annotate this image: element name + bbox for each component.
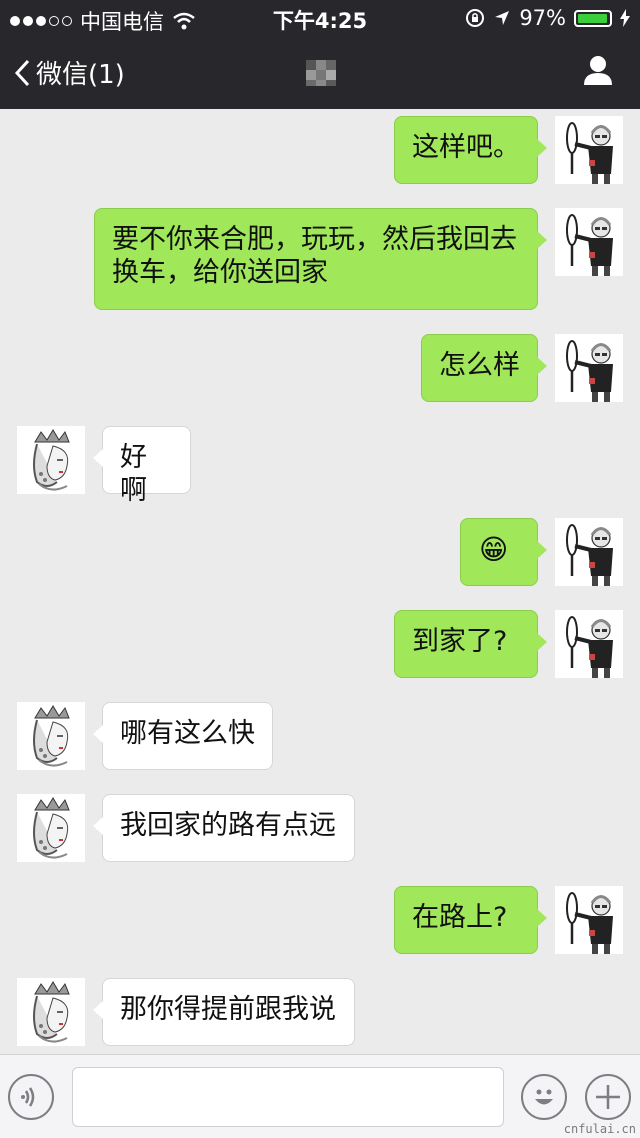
pixelated-name-icon: [300, 56, 340, 88]
battery-icon: [574, 9, 612, 27]
outgoing-message[interactable]: 这样吧。: [394, 116, 547, 184]
charging-bolt-icon: [620, 9, 630, 27]
battery-fill: [578, 13, 608, 23]
voice-icon: [21, 1087, 35, 1107]
contact-avatar[interactable]: [17, 426, 85, 494]
contact-avatar[interactable]: [17, 702, 85, 770]
rotation-lock-icon: [466, 9, 485, 27]
chevron-left-icon: [14, 59, 30, 86]
smiley-icon: [535, 1089, 553, 1105]
watermark-text: cnfulai.cn: [563, 1122, 636, 1136]
message-input[interactable]: [72, 1067, 504, 1127]
outgoing-message[interactable]: 怎么样: [421, 334, 547, 402]
incoming-message[interactable]: 好啊: [93, 426, 191, 506]
incoming-message[interactable]: 哪有这么快: [93, 702, 273, 770]
outgoing-message[interactable]: 😁: [460, 518, 547, 586]
back-button[interactable]: 微信(1): [14, 54, 125, 91]
outgoing-message[interactable]: 要不你来合肥，玩玩，然后我回去换车，给你送回家: [94, 208, 547, 310]
plus-button[interactable]: [585, 1074, 631, 1120]
nav-bar: 微信(1): [0, 36, 640, 109]
voice-button[interactable]: [8, 1074, 54, 1120]
my-avatar[interactable]: [555, 886, 623, 954]
outgoing-message[interactable]: 到家了?: [394, 610, 547, 678]
status-right: 97%: [465, 6, 630, 30]
incoming-message[interactable]: 那你得提前跟我说: [93, 978, 355, 1046]
battery-percent: 97%: [519, 6, 566, 30]
back-label: 微信(1): [36, 60, 125, 90]
my-avatar[interactable]: [555, 334, 623, 402]
person-icon[interactable]: [582, 54, 614, 90]
my-avatar[interactable]: [555, 116, 623, 184]
my-avatar[interactable]: [555, 208, 623, 276]
chat-area[interactable]: 这样吧。要不你来合肥，玩玩，然后我回去换车，给你送回家怎么样好啊 😁 到家了? 哪有这…: [0, 109, 640, 1054]
location-arrow-icon: [495, 11, 510, 25]
my-avatar[interactable]: [555, 518, 623, 586]
incoming-message[interactable]: 我回家的路有点远: [93, 794, 355, 862]
emoji-button[interactable]: [521, 1074, 567, 1120]
input-bar: cnfulai.cn: [0, 1054, 640, 1138]
status-bar: 中国电信 下午4:25 97%: [0, 0, 640, 36]
outgoing-message[interactable]: 在路上?: [394, 886, 547, 954]
plus-icon: [596, 1085, 620, 1109]
contact-avatar[interactable]: [17, 794, 85, 862]
my-avatar[interactable]: [555, 610, 623, 678]
contact-avatar[interactable]: [17, 978, 85, 1046]
